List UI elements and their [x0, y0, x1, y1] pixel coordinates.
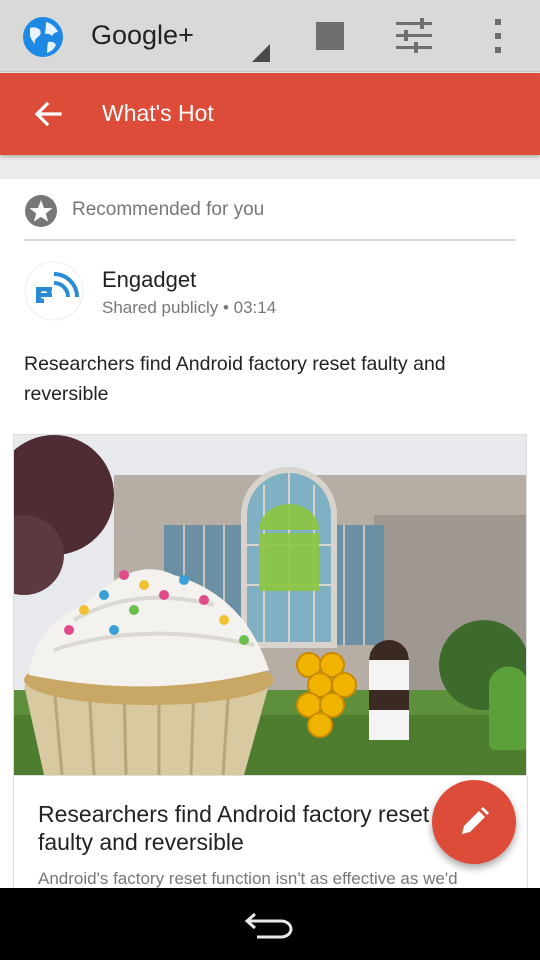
author-name[interactable]: Engadget: [102, 267, 196, 293]
page-title: What's Hot: [102, 100, 214, 126]
system-nav-bar: [0, 888, 540, 960]
card-border-right: [527, 776, 528, 899]
post-image[interactable]: [13, 434, 527, 776]
star-icon: [25, 195, 57, 227]
dropdown-indicator-icon[interactable]: [252, 44, 270, 62]
arrow-back-icon[interactable]: [30, 96, 66, 132]
overflow-menu-icon[interactable]: [487, 18, 509, 54]
compose-fab[interactable]: [432, 780, 516, 864]
pencil-icon: [462, 807, 489, 834]
post-text: Researchers find Android factory reset f…: [24, 353, 446, 405]
link-description: Android's factory reset function isn't a…: [38, 869, 458, 888]
stop-square-icon[interactable]: [316, 22, 344, 50]
app-top-bar: Google+: [0, 0, 540, 72]
whats-hot-header: What's Hot: [0, 73, 540, 155]
engadget-avatar[interactable]: [24, 261, 84, 321]
globe-icon[interactable]: [22, 16, 64, 58]
link-title[interactable]: Researchers find Android factory reset f…: [38, 800, 458, 856]
card-border-left: [13, 776, 14, 899]
nav-back-icon[interactable]: [243, 910, 299, 940]
app-title[interactable]: Google+: [91, 20, 194, 51]
tune-icon[interactable]: [394, 16, 434, 56]
post-meta: Shared publicly • 03:14: [102, 298, 277, 317]
recommendation-row: Recommended for you: [24, 191, 516, 241]
recommendation-label: Recommended for you: [72, 199, 265, 220]
